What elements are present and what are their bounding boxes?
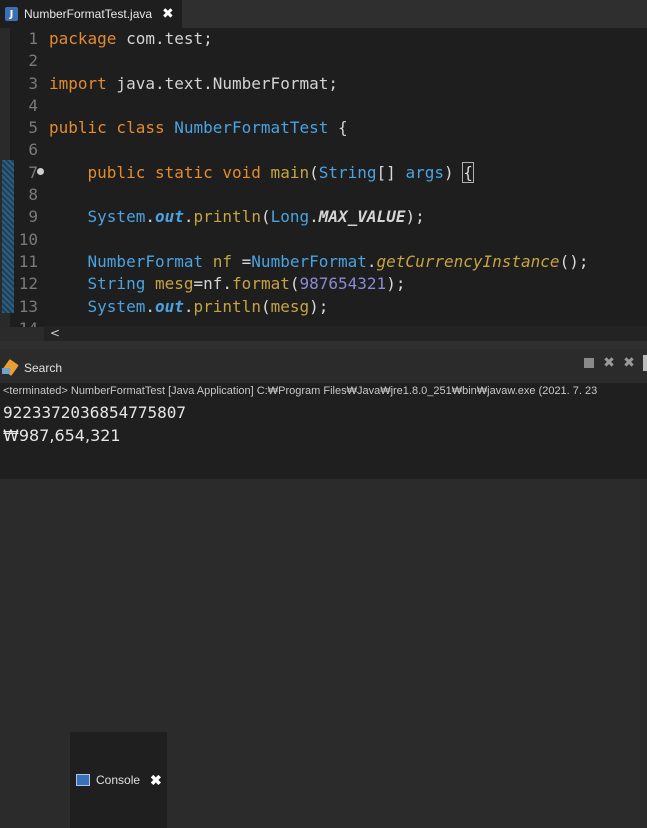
fold-marker-icon[interactable]	[37, 168, 44, 175]
panel-divider[interactable]	[0, 341, 647, 349]
close-icon[interactable]: ✖	[162, 6, 174, 22]
code-editor[interactable]: 1 2 3 4 5 6 7 8 9 10 11 12 13 14 package…	[0, 28, 647, 327]
line-number: 8	[28, 185, 38, 205]
line-number: 13	[18, 296, 38, 316]
terminate-icon[interactable]	[584, 358, 594, 368]
code-text[interactable]: package com.test; import java.text.Numbe…	[49, 28, 588, 327]
line-number: 14	[10, 318, 38, 327]
line-number-gutter: 1 2 3 4 5 6 7 8 9 10 11 12 13 14	[10, 28, 38, 327]
remove-launch-icon[interactable]: ✖	[602, 356, 616, 370]
editor-tab-bar: J NumberFormatTest.java ✖	[0, 0, 647, 28]
tab-console-label: Console	[96, 773, 141, 787]
matching-brace: {	[462, 161, 474, 183]
search-icon	[2, 359, 20, 377]
code-line-5: public class NumberFormatTest {	[49, 118, 348, 138]
console-icon	[76, 774, 90, 786]
code-line-1: package com.test;	[49, 29, 213, 48]
line-number: 9	[28, 207, 38, 227]
code-line-7: public static void main(String[] args) {	[87, 161, 474, 183]
tab-search-label: Search	[24, 361, 63, 375]
code-line-9: System.out.println(Long.MAX_VALUE);	[87, 207, 425, 227]
line-number: 12	[18, 274, 38, 294]
code-line-3: import java.text.NumberFormat;	[49, 73, 338, 93]
close-icon[interactable]: ✖	[150, 772, 162, 789]
console-output-line: ₩987,654,321	[3, 426, 121, 445]
code-line-11: NumberFormat nf =NumberFormat.getCurrenc…	[87, 251, 589, 271]
line-number: 10	[18, 229, 38, 249]
line-number: 7	[28, 162, 38, 182]
editor-tab[interactable]: J NumberFormatTest.java ✖	[0, 0, 182, 28]
panel-tab-bar: Search Console ✖ ✖ ✖	[0, 349, 647, 828]
console-status: <terminated> NumberFormatTest [Java Appl…	[3, 385, 598, 397]
java-file-icon: J	[5, 7, 18, 21]
line-number: 6	[28, 140, 38, 160]
horizontal-scrollbar[interactable]: <	[44, 326, 647, 341]
line-number: 5	[28, 118, 38, 138]
code-line-12: String mesg=nf.format(987654321);	[87, 274, 406, 294]
console-output[interactable]: <terminated> NumberFormatTest [Java Appl…	[0, 383, 647, 479]
toolbar-overflow-icon[interactable]	[643, 355, 647, 371]
line-number: 1	[28, 29, 38, 48]
console-output-line: 9223372036854775807	[3, 403, 187, 422]
remove-all-terminated-icon[interactable]: ✖	[622, 356, 636, 370]
scroll-left-icon[interactable]: <	[50, 326, 60, 341]
console-toolbar: ✖ ✖	[579, 355, 647, 371]
tab-search[interactable]: Search	[2, 353, 62, 383]
line-number: 4	[28, 95, 38, 115]
editor-tab-title: NumberFormatTest.java	[24, 7, 153, 21]
line-number: 11	[18, 251, 38, 271]
line-number: 2	[28, 51, 38, 71]
tab-console[interactable]: Console ✖	[70, 732, 167, 828]
line-number: 3	[28, 73, 38, 93]
overview-ruler	[0, 28, 14, 327]
code-line-13: System.out.println(mesg);	[87, 296, 329, 316]
